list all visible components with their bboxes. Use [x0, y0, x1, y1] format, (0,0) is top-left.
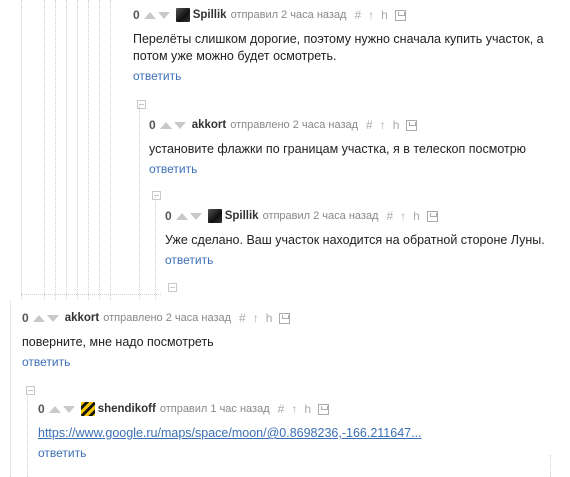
permalink-icon[interactable]: # — [386, 209, 393, 223]
comment-score: 0 — [149, 118, 156, 132]
comment-meta: 0 Spillik отправил 2 часа назад # ↑ h — [165, 208, 565, 224]
comment-score: 0 — [165, 209, 172, 223]
comment-timestamp[interactable]: отправлено 2 часа назад — [103, 312, 231, 324]
collapse-toggle[interactable] — [26, 386, 35, 395]
reply-link[interactable]: ответить — [38, 446, 86, 460]
comment-author[interactable]: akkort — [192, 119, 227, 131]
save-icon[interactable] — [318, 403, 329, 415]
thread-guide-line — [139, 105, 140, 300]
reply-link[interactable]: ответить — [149, 162, 197, 176]
thread-guide-line — [21, 0, 22, 300]
thread-branch-icon[interactable]: h — [393, 118, 400, 132]
thread-guide-line — [66, 0, 67, 300]
collapse-toggle[interactable] — [168, 283, 177, 292]
comment: 0 akkort отправлено 2 часа назад # ↑ h у… — [149, 117, 564, 176]
comment-text: https://www.google.ru/maps/space/moon/@0… — [38, 425, 558, 442]
comment-score: 0 — [38, 402, 45, 416]
avatar[interactable] — [175, 8, 190, 22]
collapse-toggle[interactable] — [152, 191, 161, 200]
comment-author[interactable]: akkort — [65, 312, 100, 324]
parent-comment-icon[interactable]: ↑ — [380, 118, 386, 132]
vote-down-icon[interactable] — [46, 314, 59, 322]
vote-up-icon[interactable] — [175, 212, 188, 220]
thread-guide-line — [155, 195, 156, 300]
thread-guide-line — [44, 0, 45, 300]
thread-guide-line — [110, 0, 111, 300]
avatar[interactable] — [207, 209, 222, 223]
thread-branch-icon[interactable]: h — [304, 402, 311, 416]
thread-guide-line — [99, 0, 100, 300]
parent-comment-icon[interactable]: ↑ — [400, 209, 406, 223]
parent-comment-icon[interactable]: ↑ — [368, 8, 374, 22]
thread-guide-line — [27, 396, 28, 477]
comment-meta: 0 Spillik отправил 2 часа назад # ↑ h — [133, 7, 563, 23]
thread-branch-icon[interactable]: h — [413, 209, 420, 223]
comment-text: Перелёты слишком дорогие, поэтому нужно … — [133, 32, 544, 63]
comment: 0 Spillik отправил 2 часа назад # ↑ h Пе… — [133, 7, 563, 83]
save-icon[interactable] — [394, 9, 406, 21]
parent-comment-icon[interactable]: ↑ — [291, 402, 297, 416]
save-icon[interactable] — [426, 210, 438, 222]
comment-text: установите флажки по границам участка, я… — [149, 142, 527, 156]
reply-link[interactable]: ответить — [133, 69, 181, 83]
comment-text: поверните, мне надо посмотреть — [22, 335, 214, 349]
comment: 0 akkort отправлено 2 часа назад # ↑ h п… — [22, 310, 562, 369]
permalink-icon[interactable]: # — [239, 311, 246, 325]
comment-meta: 0 akkort отправлено 2 часа назад # ↑ h — [149, 117, 564, 133]
comment-timestamp[interactable]: отправил 1 час назад — [160, 403, 270, 415]
comment-timestamp[interactable]: отправлено 2 часа назад — [230, 119, 358, 131]
thread-branch-icon[interactable]: h — [266, 311, 273, 325]
avatar[interactable] — [80, 402, 95, 416]
comment-meta: 0 shendikoff отправил 1 час назад # ↑ h — [38, 401, 558, 417]
vote-down-icon[interactable] — [157, 11, 170, 19]
comment-score: 0 — [22, 311, 29, 325]
comment-timestamp[interactable]: отправил 2 часа назад — [263, 210, 379, 222]
permalink-icon[interactable]: # — [278, 402, 285, 416]
vote-up-icon[interactable] — [32, 314, 45, 322]
comment-link[interactable]: https://www.google.ru/maps/space/moon/@0… — [38, 426, 422, 440]
comment: 0 Spillik отправил 2 часа назад # ↑ h Уж… — [165, 208, 565, 267]
collapse-toggle[interactable] — [137, 100, 146, 109]
reply-link[interactable]: ответить — [165, 253, 213, 267]
parent-comment-icon[interactable]: ↑ — [253, 311, 259, 325]
vote-up-icon[interactable] — [143, 11, 156, 19]
comment-author[interactable]: Spillik — [193, 9, 227, 21]
comment-text: Уже сделано. Ваш участок находится на об… — [165, 233, 545, 247]
thread-guide-line — [21, 294, 161, 295]
save-icon[interactable] — [406, 119, 418, 131]
comment-author[interactable]: Spillik — [225, 210, 259, 222]
comment-meta: 0 akkort отправлено 2 часа назад # ↑ h — [22, 310, 562, 326]
save-icon[interactable] — [279, 312, 291, 324]
comment-score: 0 — [133, 8, 140, 22]
reply-link[interactable]: ответить — [22, 355, 70, 369]
vote-up-icon[interactable] — [159, 121, 172, 129]
vote-down-icon[interactable] — [189, 212, 202, 220]
comment-timestamp[interactable]: отправил 2 часа назад — [231, 9, 347, 21]
thread-branch-icon[interactable]: h — [381, 8, 388, 22]
vote-down-icon[interactable] — [173, 121, 186, 129]
thread-guide-line — [77, 0, 78, 300]
comment: 0 shendikoff отправил 1 час назад # ↑ h … — [38, 401, 558, 460]
permalink-icon[interactable]: # — [354, 8, 361, 22]
thread-guide-line — [88, 0, 89, 300]
comment-author[interactable]: shendikoff — [98, 403, 156, 415]
vote-up-icon[interactable] — [48, 405, 61, 413]
vote-down-icon[interactable] — [62, 405, 75, 413]
thread-guide-line — [10, 300, 11, 477]
thread-guide-line — [55, 0, 56, 300]
permalink-icon[interactable]: # — [366, 118, 373, 132]
